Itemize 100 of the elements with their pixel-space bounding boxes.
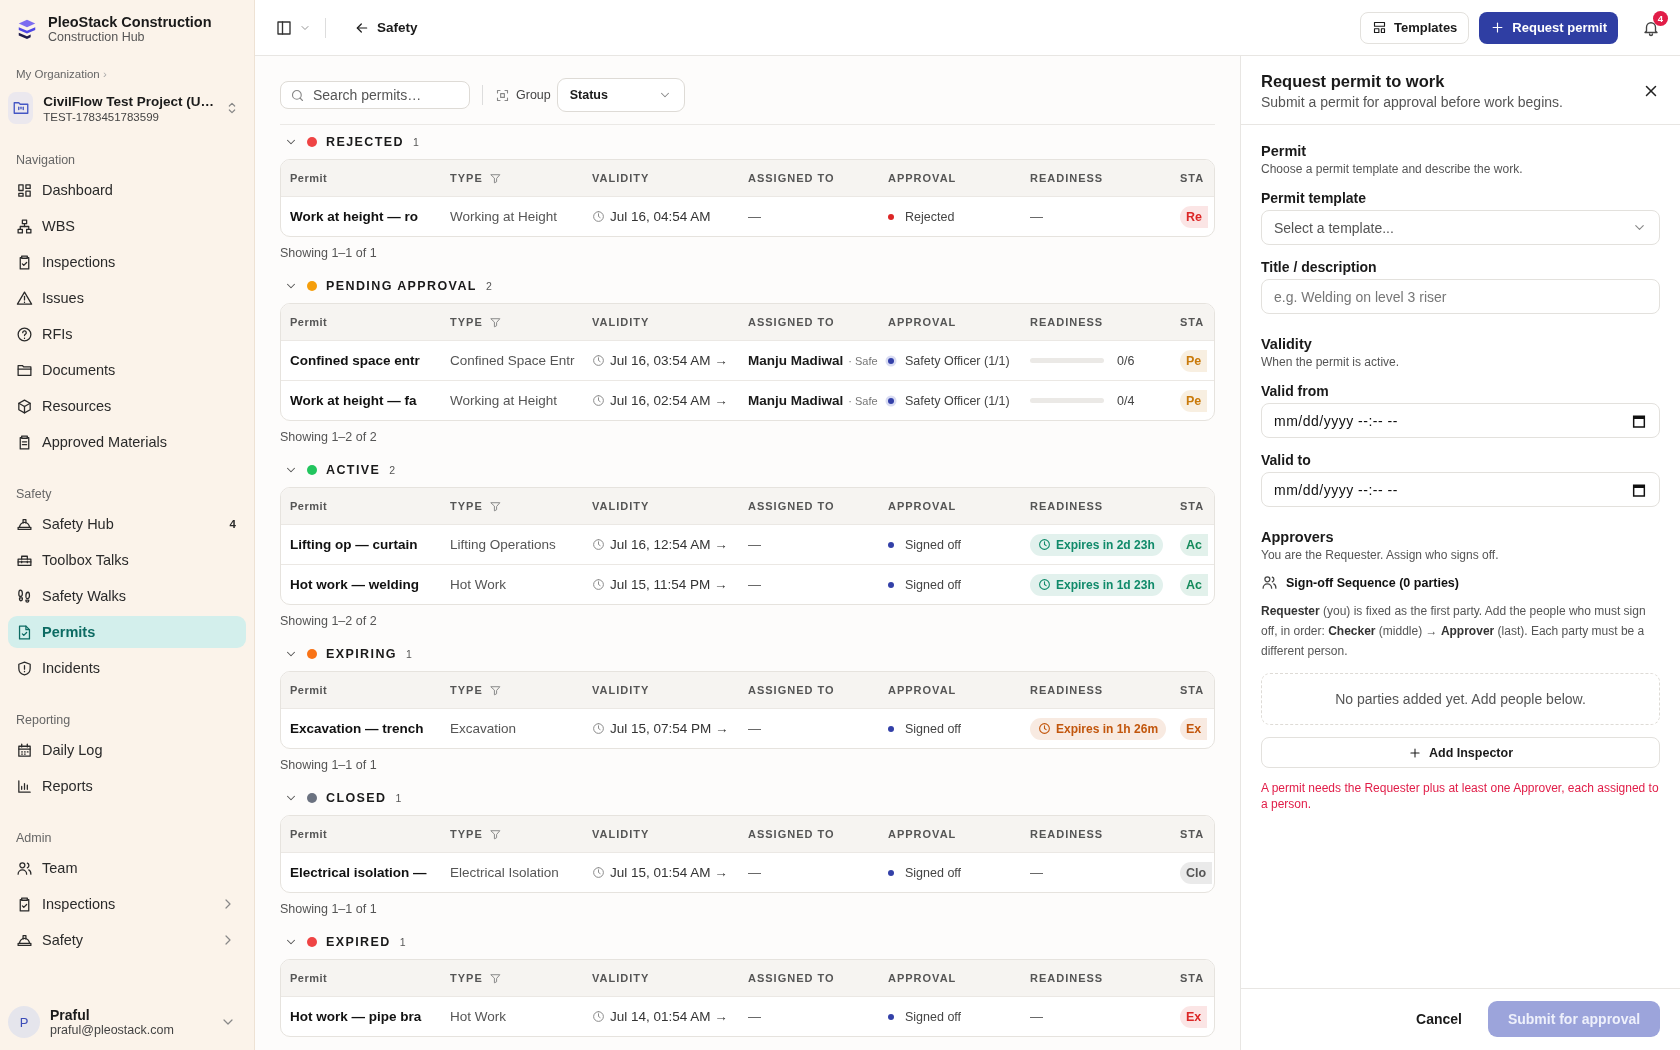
column-header: VALIDITY bbox=[592, 972, 650, 984]
field-label: Title / description bbox=[1261, 259, 1378, 275]
column-header: Permit bbox=[290, 500, 328, 512]
column-header: Permit bbox=[290, 684, 328, 696]
plus-icon bbox=[1407, 745, 1422, 760]
group-label: Group bbox=[516, 88, 551, 102]
grid-icon bbox=[16, 181, 33, 199]
filter-icon[interactable] bbox=[488, 315, 502, 329]
column-header: STA bbox=[1180, 828, 1205, 840]
section-title: Admin bbox=[16, 830, 53, 847]
empty-state: No parties added yet. Add people below. bbox=[1261, 673, 1660, 725]
sequence-label: Sign-off Sequence (0 parties) bbox=[1286, 575, 1459, 590]
user-menu[interactable]: P Praful praful@pleostack.com bbox=[8, 1002, 246, 1042]
organization-link[interactable]: My Organization › bbox=[16, 68, 107, 80]
templates-button[interactable]: Templates bbox=[1360, 11, 1470, 44]
sidebar-item[interactable]: Daily Log bbox=[8, 734, 246, 766]
sidebar-item[interactable]: Inspections bbox=[8, 246, 246, 278]
sidebar-item[interactable]: Approved Materials bbox=[8, 426, 246, 458]
users-icon bbox=[1261, 574, 1278, 591]
sidebar-item[interactable]: Safety bbox=[8, 924, 246, 956]
sidebar-item[interactable]: Permits bbox=[8, 616, 246, 648]
column-header: ASSIGNED TO bbox=[748, 500, 835, 512]
table-cell: Confined Space Entr bbox=[450, 353, 575, 368]
column-header: ASSIGNED TO bbox=[748, 316, 835, 328]
cancel-button[interactable]: Cancel bbox=[1412, 1003, 1466, 1035]
section-hint: Choose a permit template and describe the work. bbox=[1261, 162, 1524, 176]
filter-icon[interactable] bbox=[488, 171, 502, 185]
approval-status: Signed off bbox=[905, 721, 962, 736]
group-count: 2 bbox=[389, 464, 396, 476]
sidebar-item[interactable]: Inspections bbox=[8, 888, 246, 920]
group-select[interactable]: Status bbox=[556, 78, 685, 112]
sidebar-item[interactable]: Safety Walks bbox=[8, 580, 246, 612]
column-header: APPROVAL bbox=[888, 828, 957, 840]
column-header: TYPE bbox=[450, 828, 483, 840]
table-cell: — bbox=[1030, 209, 1043, 224]
section-title: Reporting bbox=[16, 712, 72, 729]
column-header: VALIDITY bbox=[592, 172, 650, 184]
item-count: 4 bbox=[229, 518, 236, 530]
column-header: READINESS bbox=[1030, 500, 1104, 512]
request-button[interactable]: Request permit bbox=[1479, 11, 1618, 44]
back-link[interactable]: Safety bbox=[354, 19, 418, 36]
group-count: 1 bbox=[412, 136, 419, 148]
project-name: CivilFlow Test Project (U… bbox=[43, 93, 214, 109]
column-header: ASSIGNED TO bbox=[748, 172, 835, 184]
sidebar-item[interactable]: Dashboard bbox=[8, 174, 246, 206]
sidebar-item[interactable]: WBS bbox=[8, 210, 246, 242]
clock-icon bbox=[592, 354, 605, 367]
date-field[interactable]: mm/dd/yyyy --:-- -- bbox=[1261, 403, 1660, 438]
template-select[interactable]: Select a template... bbox=[1261, 210, 1660, 245]
clock-icon bbox=[592, 538, 605, 551]
logo-icon bbox=[16, 18, 38, 40]
column-header: APPROVAL bbox=[888, 172, 957, 184]
sidebar-item[interactable]: RFIs bbox=[8, 318, 246, 350]
table-cell: Electrical isolation — bbox=[290, 865, 427, 880]
status-badge: Pe bbox=[1180, 349, 1208, 372]
calendar-icon[interactable] bbox=[1631, 482, 1647, 498]
approval-status: Signed off bbox=[905, 537, 962, 552]
calendar-icon[interactable] bbox=[1631, 413, 1647, 429]
group-count: 2 bbox=[485, 280, 492, 292]
filter-icon[interactable] bbox=[488, 827, 502, 841]
search-field[interactable]: Search permits… bbox=[280, 81, 470, 109]
sidebar-item[interactable]: Toolbox Talks bbox=[8, 544, 246, 576]
sidebar-toggle-icon[interactable] bbox=[275, 18, 293, 37]
brand-subtitle: Construction Hub bbox=[48, 30, 146, 44]
column-header: READINESS bbox=[1030, 828, 1104, 840]
status-badge: Clo bbox=[1180, 861, 1213, 884]
table-cell: Lifting op — curtain bbox=[290, 537, 418, 552]
table-cell: Lifting Operations bbox=[450, 537, 556, 552]
sidebar-item[interactable]: Safety Hub 4 bbox=[8, 508, 246, 540]
expiry-badge: Expires in 2d 23h bbox=[1030, 533, 1163, 556]
column-header: ASSIGNED TO bbox=[748, 828, 835, 840]
status-badge: Pe bbox=[1180, 389, 1208, 412]
sidebar-item[interactable]: Team bbox=[8, 852, 246, 884]
group-title: EXPIRING bbox=[326, 647, 397, 661]
column-header: APPROVAL bbox=[888, 316, 957, 328]
column-header: STA bbox=[1180, 684, 1205, 696]
sidebar-item[interactable]: Issues bbox=[8, 282, 246, 314]
column-header: STA bbox=[1180, 316, 1205, 328]
section-hint: You are the Requester. Assign who signs off. bbox=[1261, 548, 1500, 562]
filter-icon[interactable] bbox=[488, 971, 502, 985]
sidebar-item[interactable]: Resources bbox=[8, 390, 246, 422]
sidebar-item[interactable]: Reports bbox=[8, 770, 246, 802]
field-label: Valid to bbox=[1261, 452, 1312, 468]
sidebar-item[interactable]: Documents bbox=[8, 354, 246, 386]
filter-icon[interactable] bbox=[488, 683, 502, 697]
group-title: ACTIVE bbox=[326, 463, 381, 477]
table-cell: Working at Height bbox=[450, 209, 558, 224]
column-header: VALIDITY bbox=[592, 828, 650, 840]
date-field[interactable]: mm/dd/yyyy --:-- -- bbox=[1261, 472, 1660, 507]
project-switcher[interactable]: CivilFlow Test Project (U… TEST-1783451783599 bbox=[8, 88, 246, 128]
column-header: VALIDITY bbox=[592, 500, 650, 512]
column-header: STA bbox=[1180, 172, 1205, 184]
filter-icon[interactable] bbox=[488, 499, 502, 513]
question-icon bbox=[16, 325, 33, 343]
sidebar-item[interactable]: Incidents bbox=[8, 652, 246, 684]
panel-subtitle: Submit a permit for approval before work begins. bbox=[1261, 94, 1564, 110]
add-inspector-button[interactable]: Add Inspector bbox=[1261, 737, 1660, 768]
assignee-name: Manju Madiwal bbox=[748, 393, 844, 408]
input-field[interactable]: e.g. Welding on level 3 riser bbox=[1261, 279, 1660, 314]
user-email: praful@pleostack.com bbox=[50, 1023, 175, 1037]
